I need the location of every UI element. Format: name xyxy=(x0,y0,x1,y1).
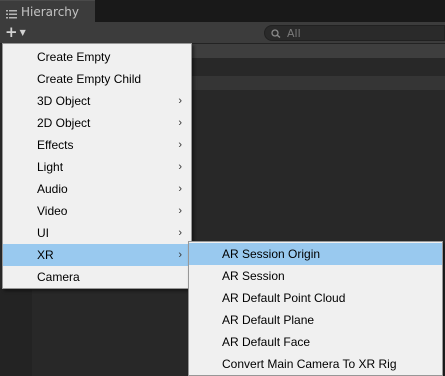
menu-item-label: Camera xyxy=(37,270,80,284)
list-icon xyxy=(6,8,17,18)
add-button[interactable]: + ▼ xyxy=(5,24,33,40)
submenu-item-label: AR Default Plane xyxy=(222,313,315,327)
scene-row[interactable] xyxy=(192,44,445,58)
menu-item-audio[interactable]: Audio › xyxy=(3,178,191,200)
submenu-item-ar-session[interactable]: AR Session xyxy=(189,265,442,287)
submenu-item-ar-default-point-cloud[interactable]: AR Default Point Cloud xyxy=(189,287,442,309)
menu-item-camera[interactable]: Camera xyxy=(3,266,191,288)
search-icon xyxy=(271,28,281,38)
menu-item-create-empty[interactable]: Create Empty xyxy=(3,46,191,68)
chevron-right-icon: › xyxy=(178,183,182,195)
submenu-item-label: AR Default Point Cloud xyxy=(222,291,346,305)
tab-bar: Hierarchy xyxy=(0,0,445,23)
menu-item-ui[interactable]: UI › xyxy=(3,222,191,244)
menu-item-label: Audio xyxy=(37,182,68,196)
menu-item-label: Light xyxy=(37,160,64,174)
menu-item-video[interactable]: Video › xyxy=(3,200,191,222)
xr-submenu: AR Session Origin AR Session AR Default … xyxy=(188,241,443,376)
menu-item-label: Create Empty Child xyxy=(37,72,142,86)
chevron-right-icon: › xyxy=(178,161,182,173)
menu-item-label: UI xyxy=(37,226,49,240)
submenu-item-label: AR Session xyxy=(222,269,285,283)
menu-item-label: Effects xyxy=(37,138,74,152)
hierarchy-row[interactable] xyxy=(192,76,445,90)
tab-title: Hierarchy xyxy=(21,5,80,19)
menu-item-create-empty-child[interactable]: Create Empty Child xyxy=(3,68,191,90)
submenu-item-label: AR Default Face xyxy=(222,335,311,349)
chevron-right-icon: › xyxy=(178,205,182,217)
plus-icon: + xyxy=(5,23,18,41)
menu-item-label: 2D Object xyxy=(37,116,91,130)
menu-item-label: 3D Object xyxy=(37,94,91,108)
submenu-item-ar-session-origin[interactable]: AR Session Origin xyxy=(189,243,442,265)
search-input[interactable]: All xyxy=(264,25,445,41)
chevron-right-icon: › xyxy=(178,117,182,129)
submenu-item-label: Convert Main Camera To XR Rig xyxy=(222,357,397,371)
chevron-right-icon: › xyxy=(178,139,182,151)
hierarchy-toolbar: + ▼ All xyxy=(0,22,445,44)
menu-item-effects[interactable]: Effects › xyxy=(3,134,191,156)
caret-down-icon: ▼ xyxy=(19,27,26,37)
chevron-right-icon: › xyxy=(178,227,182,239)
menu-item-2d-object[interactable]: 2D Object › xyxy=(3,112,191,134)
search-placeholder: All xyxy=(287,26,301,40)
tab-hierarchy[interactable]: Hierarchy xyxy=(0,0,95,23)
submenu-item-ar-default-face[interactable]: AR Default Face xyxy=(189,331,442,353)
submenu-item-label: AR Session Origin xyxy=(222,247,321,261)
menu-item-label: XR xyxy=(37,248,54,262)
menu-item-xr[interactable]: XR › xyxy=(3,244,191,266)
create-menu: Create Empty Create Empty Child 3D Objec… xyxy=(2,43,192,289)
submenu-item-convert-main-camera[interactable]: Convert Main Camera To XR Rig xyxy=(189,353,442,375)
menu-item-3d-object[interactable]: 3D Object › xyxy=(3,90,191,112)
menu-item-light[interactable]: Light › xyxy=(3,156,191,178)
hierarchy-gutter xyxy=(0,288,32,376)
menu-item-label: Video xyxy=(37,204,68,218)
submenu-item-ar-default-plane[interactable]: AR Default Plane xyxy=(189,309,442,331)
chevron-right-icon: › xyxy=(178,249,182,261)
chevron-right-icon: › xyxy=(178,95,182,107)
menu-item-label: Create Empty xyxy=(37,50,111,64)
